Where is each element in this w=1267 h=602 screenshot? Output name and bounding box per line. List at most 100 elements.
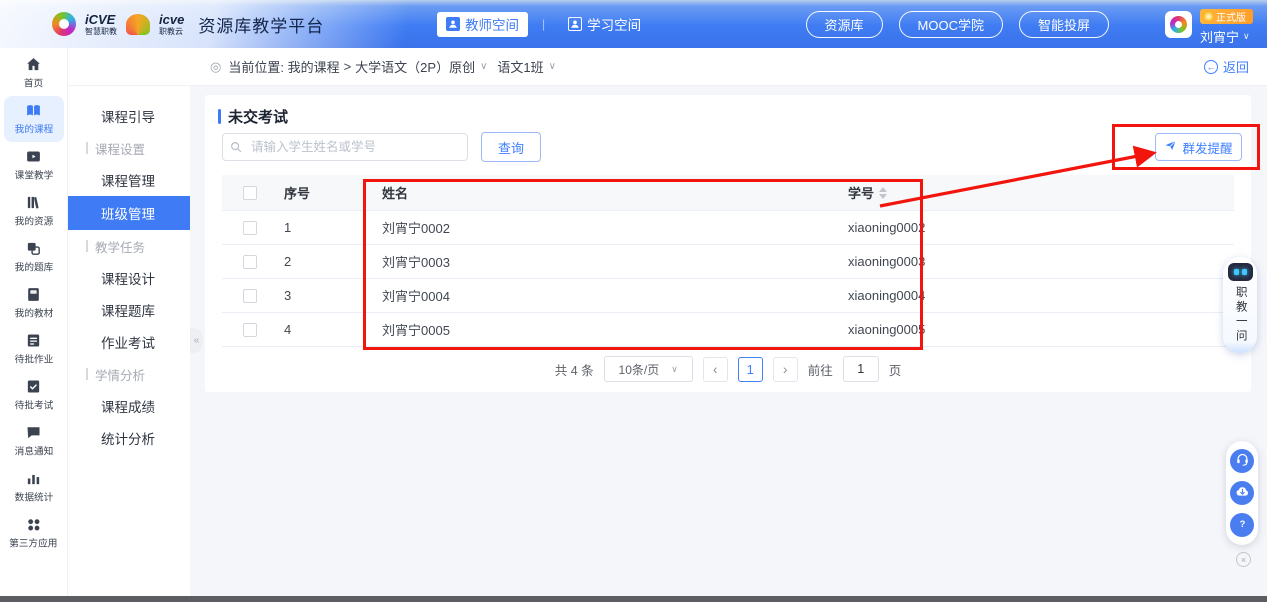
goto-page-input[interactable] [843,356,879,382]
column-header-student-id[interactable]: 学号 [848,183,1234,202]
select-all-checkbox[interactable] [243,186,257,200]
row-checkbox[interactable] [243,289,257,303]
icon-rail: 首页 我的课程 课堂教学 我的资源 我的题库 我的教材 待批作业 [0,48,68,602]
rail-item[interactable]: 我的资源 [0,188,67,234]
student-icon [568,17,582,31]
back-link[interactable]: ← 返回 [1204,57,1249,76]
sidebar-item[interactable]: 课程管理 [68,164,190,196]
sidebar-item[interactable]: 课程题库 [68,294,190,326]
user-menu[interactable]: 刘宵宁∨ [1200,27,1250,46]
teacher-space-button[interactable]: 教师空间 [437,12,528,37]
breadcrumb-label: 当前位置: 我的课程 [228,57,339,76]
medal-icon [1204,12,1213,21]
course-sidebar: 课程引导 课程设置 课程管理 班级管理 教学任务 课程设计 课程题库 [68,86,190,602]
rail-item-label: 数据统计 [14,490,53,504]
rail-item[interactable]: 待批作业 [0,326,67,372]
current-page-button[interactable]: 1 [738,357,763,382]
homework-icon [25,332,42,349]
message-icon [25,424,42,441]
rail-item[interactable]: 课堂教学 [0,142,67,188]
send-icon [1164,139,1177,155]
sidebar-item-label: 教学任务 [95,237,145,256]
sidebar-item[interactable]: 课程引导 [68,100,190,132]
student-table: 序号 姓名 学号 1 刘宵宁0002 xiaoning0002 2 刘 [222,175,1234,347]
cell-no: 3 [278,288,358,303]
row-checkbox[interactable] [243,323,257,337]
sidebar-collapse-handle[interactable]: « [190,328,203,353]
search-input[interactable] [222,133,468,161]
title-accent-bar [218,109,221,124]
chevron-down-icon: ∨ [1243,31,1250,42]
teacher-space-label: 教师空间 [465,14,519,34]
avatar[interactable] [1165,11,1192,38]
brand[interactable]: iCVE 智慧职教 icve 职教云 资源库教学平台 [52,0,324,48]
horizontal-scrollbar[interactable] [0,596,1267,602]
rail-item[interactable]: 我的课程 [4,96,64,142]
next-page-button[interactable]: › [773,357,798,382]
sidebar-item: 学情分析 [68,358,190,390]
courses-icon [25,102,42,119]
row-checkbox[interactable] [243,255,257,269]
rail-item[interactable]: 我的题库 [0,234,67,280]
chevron-down-icon[interactable]: ∨ [480,61,487,72]
rail-item[interactable]: 第三方应用 [0,510,67,556]
icve-cloud-logo-icon [126,14,150,35]
bulk-remind-button[interactable]: 群发提醒 [1155,133,1242,161]
quick-link-button[interactable]: 智能投屏 [1019,11,1109,38]
goto-label: 前往 [808,360,833,379]
logo-brand: icve [159,13,184,26]
total-count: 共 4 条 [555,360,594,379]
svg-text:?: ? [1239,519,1245,529]
panel-title: 未交考试 [218,106,288,127]
platform-title: 资源库教学平台 [198,12,324,37]
space-switcher: 教师空间 | 学习空间 [437,0,650,48]
page-size-select[interactable]: 10条/页 ∨ [604,356,693,382]
column-header-name: 姓名 [358,183,848,202]
chevron-down-icon[interactable]: ∨ [549,61,556,72]
rail-item-label: 待批考试 [14,398,53,412]
quick-link-button[interactable]: 资源库 [806,11,883,38]
rail-item[interactable]: 待批考试 [0,372,67,418]
user-area: 正式版 刘宵宁∨ [1165,5,1253,46]
quick-link-label: 智能投屏 [1038,15,1090,34]
pagination: 共 4 条 10条/页 ∨ ‹ 1 › 前往 页 [205,356,1251,382]
assistant-label: 职教一问 [1234,286,1246,344]
unsubmitted-exam-panel: 未交考试 查询 群发提醒 序号 姓名 学号 1 刘宵宁0002 xiaoning… [205,95,1251,392]
quick-link-button[interactable]: MOOC学院 [899,11,1003,38]
table-body: 1 刘宵宁0002 xiaoning0002 2 刘宵宁0003 xiaonin… [222,211,1234,347]
close-toolbox-icon[interactable]: × [1236,552,1251,567]
student-space-label: 学习空间 [587,14,641,34]
table-row: 2 刘宵宁0003 xiaoning0003 [222,245,1234,279]
assistant-widget[interactable]: 职教一问 [1223,257,1257,353]
cell-student-id: xiaoning0005 [848,322,1234,337]
section-bar [86,240,88,252]
home-icon [25,56,42,73]
sidebar-item-label: 课程成绩 [101,396,155,416]
rail-item[interactable]: 首页 [0,50,67,96]
column-header-no: 序号 [278,183,358,202]
sidebar-item[interactable]: 课程成绩 [68,390,190,422]
floating-tool-button[interactable]: ? [1230,513,1254,537]
sidebar-item[interactable]: 作业考试 [68,326,190,358]
rail-item-label: 我的教材 [14,306,53,320]
course-dropdown[interactable]: 大学语文（2P）原创 [355,57,475,76]
query-button[interactable]: 查询 [481,132,541,162]
robot-icon [1228,263,1253,281]
sidebar-item-label: 课程设计 [101,268,155,288]
floating-tool-button[interactable] [1230,449,1254,473]
student-space-button[interactable]: 学习空间 [559,12,650,37]
rail-item-label: 消息通知 [14,444,53,458]
rail-item[interactable]: 数据统计 [0,464,67,510]
sidebar-item[interactable]: 班级管理 [68,196,190,230]
row-checkbox[interactable] [243,221,257,235]
class-dropdown[interactable]: 语文1班 [497,57,543,76]
floating-tool-button[interactable] [1230,481,1254,505]
icve-logo-text: iCVE 智慧职教 [85,13,117,36]
breadcrumb-bar: ◎ 当前位置: 我的课程 > 大学语文（2P）原创 ∨ 语文1班 ∨ ← 返回 [68,48,1267,86]
rail-item[interactable]: 消息通知 [0,418,67,464]
rail-item[interactable]: 我的教材 [0,280,67,326]
sidebar-item[interactable]: 统计分析 [68,422,190,454]
sort-icon[interactable] [879,187,887,199]
sidebar-item[interactable]: 课程设计 [68,262,190,294]
prev-page-button[interactable]: ‹ [703,357,728,382]
